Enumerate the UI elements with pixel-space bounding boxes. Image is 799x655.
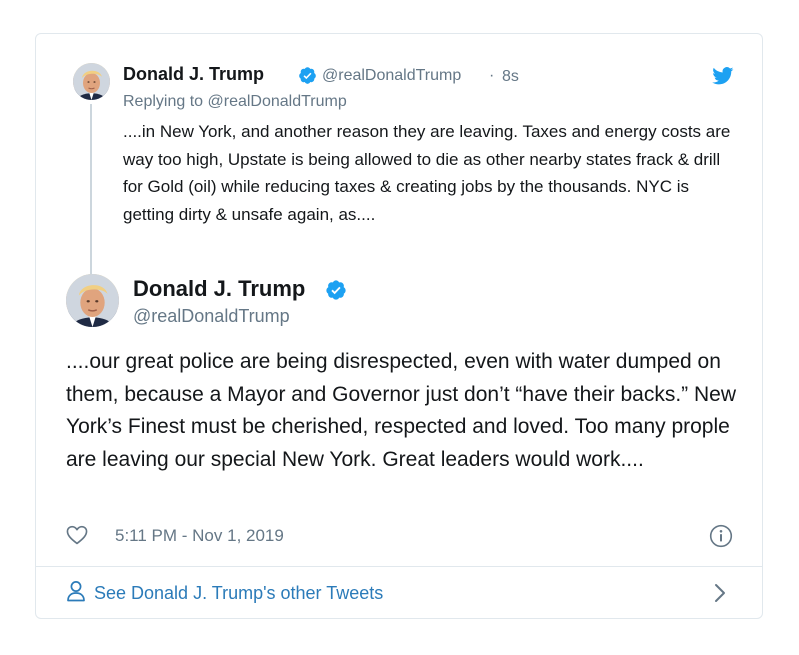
author-name[interactable]: Donald J. Trump [133, 276, 305, 302]
verified-badge-icon [298, 66, 317, 85]
see-other-tweets-label: See Donald J. Trump's other Tweets [94, 582, 384, 603]
twitter-bird-icon[interactable] [712, 67, 734, 90]
heart-icon[interactable] [66, 525, 88, 550]
embedded-tweet-card: Donald J. Trump @realDonaldTrump · 8s Re… [35, 33, 763, 619]
chevron-right-icon[interactable] [714, 583, 726, 608]
person-icon [66, 580, 86, 607]
thread-connector [90, 104, 92, 282]
separator-dot: · [489, 67, 495, 84]
replying-prefix: Replying to [123, 93, 204, 110]
parent-timestamp[interactable]: 8s [502, 68, 519, 86]
parent-author-name[interactable]: Donald J. Trump [123, 64, 264, 85]
tweet-timestamp[interactable]: 5:11 PM - Nov 1, 2019 [115, 526, 284, 546]
parent-author-handle[interactable]: @realDonaldTrump [322, 67, 461, 85]
parent-tweet-text: ....in New York, and another reason they… [123, 122, 731, 224]
tweet-text: ....our great police are being disrespec… [66, 350, 736, 471]
see-other-tweets-link[interactable]: See Donald J. Trump's other Tweets [66, 578, 383, 608]
avatar[interactable] [66, 274, 119, 327]
author-handle[interactable]: @realDonaldTrump [133, 306, 290, 327]
replying-to-handle[interactable]: @realDonaldTrump [208, 93, 347, 110]
info-icon[interactable] [709, 524, 733, 553]
verified-badge-icon [325, 279, 347, 301]
avatar[interactable] [73, 63, 110, 100]
replying-to-line: Replying to @realDonaldTrump [123, 93, 347, 111]
divider [36, 566, 762, 567]
